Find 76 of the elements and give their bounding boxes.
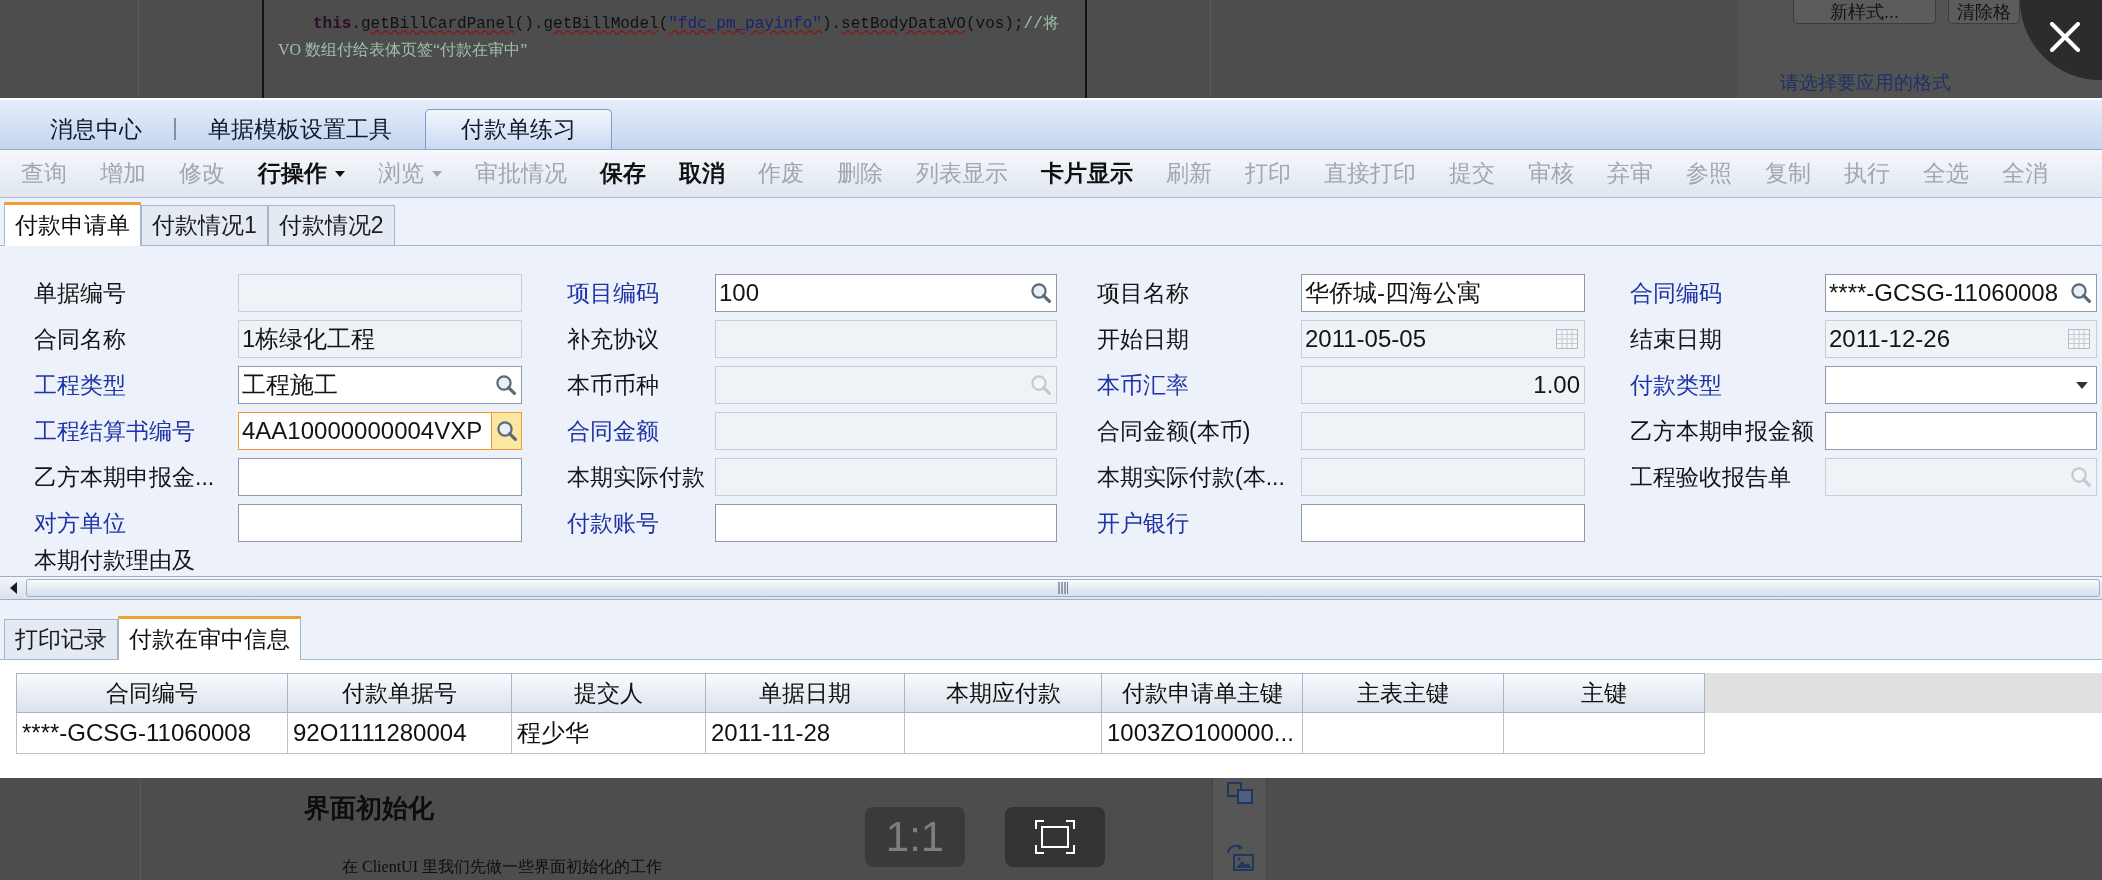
column-header[interactable]: 合同编号: [16, 673, 288, 713]
field-label: 项目编码: [567, 279, 659, 307]
tab[interactable]: 付款单练习: [425, 109, 612, 149]
field-label: 合同金额(本币): [1097, 417, 1251, 445]
field-label: 工程结算书编号: [34, 417, 195, 445]
field-label: 本币汇率: [1097, 371, 1189, 399]
field-label: 合同编码: [1630, 279, 1722, 307]
tab[interactable]: 消息中心: [38, 109, 154, 149]
text-field[interactable]: [238, 504, 522, 542]
search-icon[interactable]: [491, 413, 521, 449]
field-label: 付款类型: [1630, 371, 1722, 399]
fullscreen-icon: [1035, 820, 1075, 854]
field-label: 乙方本期申报金额: [1630, 417, 1814, 445]
toolbar-button[interactable]: 卡片显示: [1041, 162, 1133, 185]
grip-icon: [1058, 582, 1068, 594]
scrollbar-thumb[interactable]: [26, 579, 2100, 597]
field-label: 对方单位: [34, 509, 126, 537]
column-header[interactable]: 单据日期: [706, 673, 905, 713]
column-header[interactable]: 主表主键: [1303, 673, 1504, 713]
code-comment: VO 数组付给表体页签“付款在审中”: [278, 40, 528, 60]
field-label: 开始日期: [1097, 325, 1189, 353]
close-icon: [2050, 22, 2080, 52]
search-icon[interactable]: [1031, 283, 1051, 303]
table-cell: 1003ZO100000...: [1102, 713, 1303, 754]
field-label: 本期付款理由及: [34, 546, 195, 574]
text-field[interactable]: [715, 504, 1057, 542]
lookup-field[interactable]: ****-GCSG-11060008: [1825, 274, 2097, 312]
field-label: 结束日期: [1630, 325, 1722, 353]
toolbar-button[interactable]: 保存: [600, 162, 646, 185]
field-label: 合同名称: [34, 325, 126, 353]
field-label: 付款账号: [567, 509, 659, 537]
column-header[interactable]: 付款申请单主键: [1102, 673, 1303, 713]
field-label: 项目名称: [1097, 279, 1189, 307]
field-label: 本期实际付款: [567, 463, 705, 491]
field-label: 补充协议: [567, 325, 659, 353]
toolbar-button[interactable]: 行操作: [258, 162, 345, 185]
number-field[interactable]: [1825, 412, 2097, 450]
caret-down-icon[interactable]: [2076, 381, 2088, 389]
field-label: 工程验收报告单: [1630, 463, 1791, 491]
tab[interactable]: 付款申请单: [4, 202, 141, 246]
field-label: 本币币种: [567, 371, 659, 399]
column-header[interactable]: 提交人: [512, 673, 706, 713]
lookup-field[interactable]: 4AA10000000004VXP: [238, 412, 522, 450]
tab[interactable]: 打印记录: [4, 619, 118, 659]
field-label: 乙方本期申报金...: [34, 463, 215, 491]
column-header[interactable]: 付款单据号: [288, 673, 512, 713]
column-header[interactable]: 本期应付款: [905, 673, 1102, 713]
field-label: 合同金额: [567, 417, 659, 445]
column-header[interactable]: 主键: [1504, 673, 1705, 713]
tab[interactable]: 付款在审中信息: [118, 616, 301, 660]
text-field[interactable]: [1301, 504, 1585, 542]
field-label: 本期实际付款(本...: [1097, 463, 1285, 491]
caret-left-icon: [9, 582, 17, 594]
section-heading: 界面初始化: [304, 794, 434, 824]
image-swap-icon[interactable]: [1225, 844, 1254, 872]
search-icon[interactable]: [2071, 283, 2091, 303]
caret-down-icon[interactable]: [335, 170, 345, 177]
toolbar-button[interactable]: 取消: [679, 162, 725, 185]
tab[interactable]: 付款情况1: [141, 205, 268, 245]
tab[interactable]: 单据模板设置工具: [196, 109, 404, 149]
lookup-field[interactable]: 工程施工: [238, 366, 522, 404]
text-field[interactable]: 华侨城-四海公寓: [1301, 274, 1585, 312]
fullscreen-button[interactable]: [1005, 807, 1105, 867]
field-label: 工程类型: [34, 371, 126, 399]
document-swap-icon[interactable]: [1226, 782, 1253, 804]
dropdown-field[interactable]: [1825, 366, 2097, 404]
number-field[interactable]: [238, 458, 522, 496]
table-cell: ****-GCSG-11060008: [16, 713, 288, 754]
table-cell: 程少华: [512, 713, 706, 754]
tab[interactable]: 付款情况2: [267, 205, 395, 245]
search-icon[interactable]: [496, 375, 516, 395]
table-cell: 2011-11-28: [706, 713, 905, 754]
lookup-field[interactable]: 100: [715, 274, 1057, 312]
table-cell: 92O1111280004: [288, 713, 512, 754]
field-label: 开户银行: [1097, 509, 1189, 537]
field-label: 单据编号: [34, 279, 126, 307]
